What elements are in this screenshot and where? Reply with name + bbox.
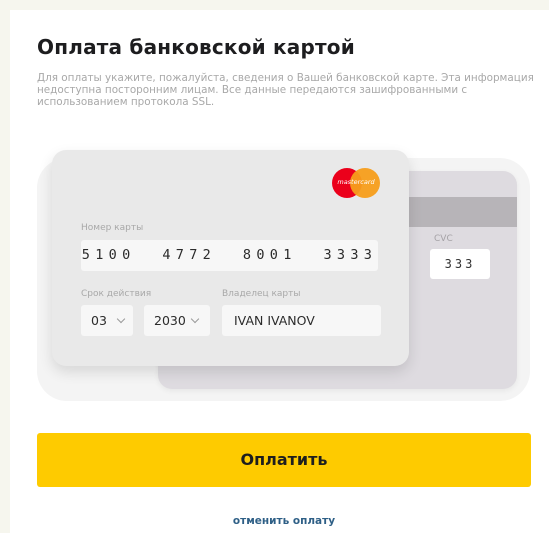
chevron-down-icon bbox=[116, 314, 126, 324]
mastercard-logo-icon: mastercard bbox=[332, 168, 380, 198]
card-number-label: Номер карты bbox=[81, 223, 144, 233]
cvc-label: CVC bbox=[434, 234, 453, 244]
pay-button[interactable]: Оплатить bbox=[37, 433, 531, 487]
expiry-label: Срок действия bbox=[81, 289, 152, 299]
holder-label: Владелец карты bbox=[222, 289, 301, 299]
card-front: mastercard Номер карты 5100 4772 8001 33… bbox=[52, 150, 409, 366]
card-number-input[interactable]: 5100 4772 8001 3333 bbox=[81, 240, 378, 271]
expiry-month-select[interactable]: 03 bbox=[81, 305, 133, 336]
card-holder-input[interactable]: IVAN IVANOV bbox=[222, 305, 381, 336]
mastercard-logo-text: mastercard bbox=[337, 178, 375, 186]
chevron-down-icon bbox=[190, 314, 200, 324]
expiry-year-value: 2030 bbox=[154, 313, 186, 328]
page-description: Для оплаты укажите, пожалуйста, сведения… bbox=[37, 72, 534, 108]
expiry-year-select[interactable]: 2030 bbox=[144, 305, 210, 336]
page-title: Оплата банковской картой bbox=[37, 35, 355, 59]
cvc-input[interactable]: 333 bbox=[430, 249, 490, 279]
cancel-payment-link[interactable]: отменить оплату bbox=[37, 515, 531, 527]
expiry-month-value: 03 bbox=[91, 313, 107, 328]
